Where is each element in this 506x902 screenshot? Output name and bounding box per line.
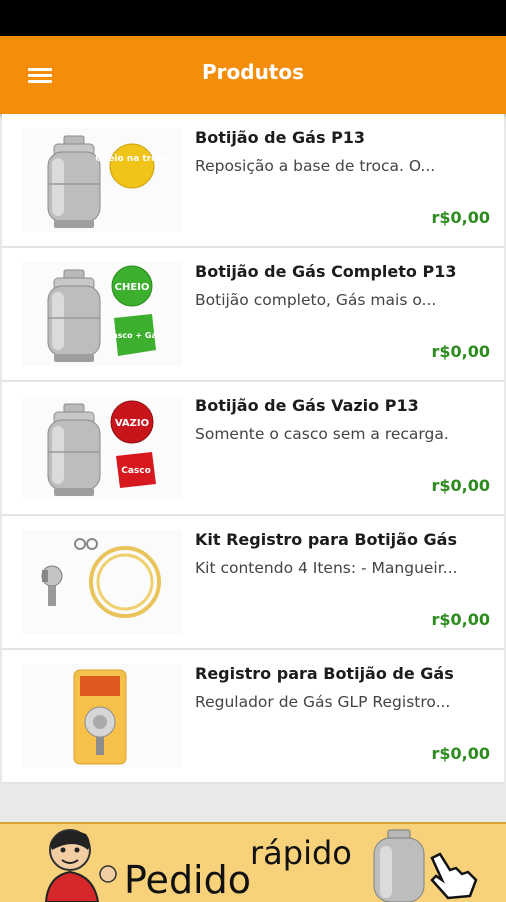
product-item[interactable]: Kit Registro para Botijão Gás Kit conten… [2,516,504,650]
product-description: Somente o casco sem a recarga. [195,425,449,443]
product-price: r$0,00 [431,208,491,227]
badge-text: CHEIO [115,282,150,293]
product-item[interactable]: CHEIO Casco + Gás Botijão de Gás Complet… [2,248,504,382]
badge-text: Cheio na troca [95,154,168,164]
badge-text-secondary: Casco + Gás [106,331,162,340]
regulator-kit-icon [41,538,161,618]
product-name: Botijão de Gás Completo P13 [195,262,457,281]
product-name: Kit Registro para Botijão Gás [195,530,457,549]
banner-subtitle: rápido [250,834,352,872]
mascot-icon [44,829,117,902]
product-price: r$0,00 [431,342,491,361]
gas-cylinder-icon [373,829,425,902]
regulator-package-icon [73,669,127,765]
product-description: Reposição a base de troca. O... [195,157,436,175]
product-item[interactable]: Cheio na troca Botijão de Gás P13 Reposi… [2,114,504,248]
product-image: CHEIO Casco + Gás [22,262,182,366]
product-name: Botijão de Gás Vazio P13 [195,396,419,415]
page-title: Produtos [201,60,305,84]
app-bar: Produtos [0,36,506,114]
product-item[interactable]: VAZIO Casco Botijão de Gás Vazio P13 Som… [2,382,504,516]
product-name: Botijão de Gás P13 [195,128,366,147]
product-image [22,664,182,768]
product-image: Cheio na troca [22,128,182,232]
badge-text-secondary: Casco [121,466,151,476]
pointer-hand-icon [430,852,478,900]
gas-cylinder-icon [47,135,101,228]
status-bar [0,0,506,36]
product-list: Cheio na troca Botijão de Gás P13 Reposi… [2,114,504,784]
product-name: Registro para Botijão de Gás [195,664,454,683]
product-description: Botijão completo, Gás mais o... [195,291,437,309]
gas-cylinder-icon [47,269,101,362]
quick-order-banner[interactable]: rápido Pedido [0,822,506,902]
product-item[interactable]: Registro para Botijão de Gás Regulador d… [2,650,504,784]
product-description: Regulador de Gás GLP Registro... [195,693,451,711]
badge-text: VAZIO [115,418,149,429]
product-price: r$0,00 [431,744,491,763]
gas-cylinder-icon [47,403,101,496]
product-image [22,530,182,634]
product-price: r$0,00 [431,476,491,495]
product-price: r$0,00 [431,610,491,629]
product-description: Kit contendo 4 Itens: - Mangueir... [195,559,458,577]
banner-title: Pedido [124,858,251,902]
product-image: VAZIO Casco [22,396,182,500]
